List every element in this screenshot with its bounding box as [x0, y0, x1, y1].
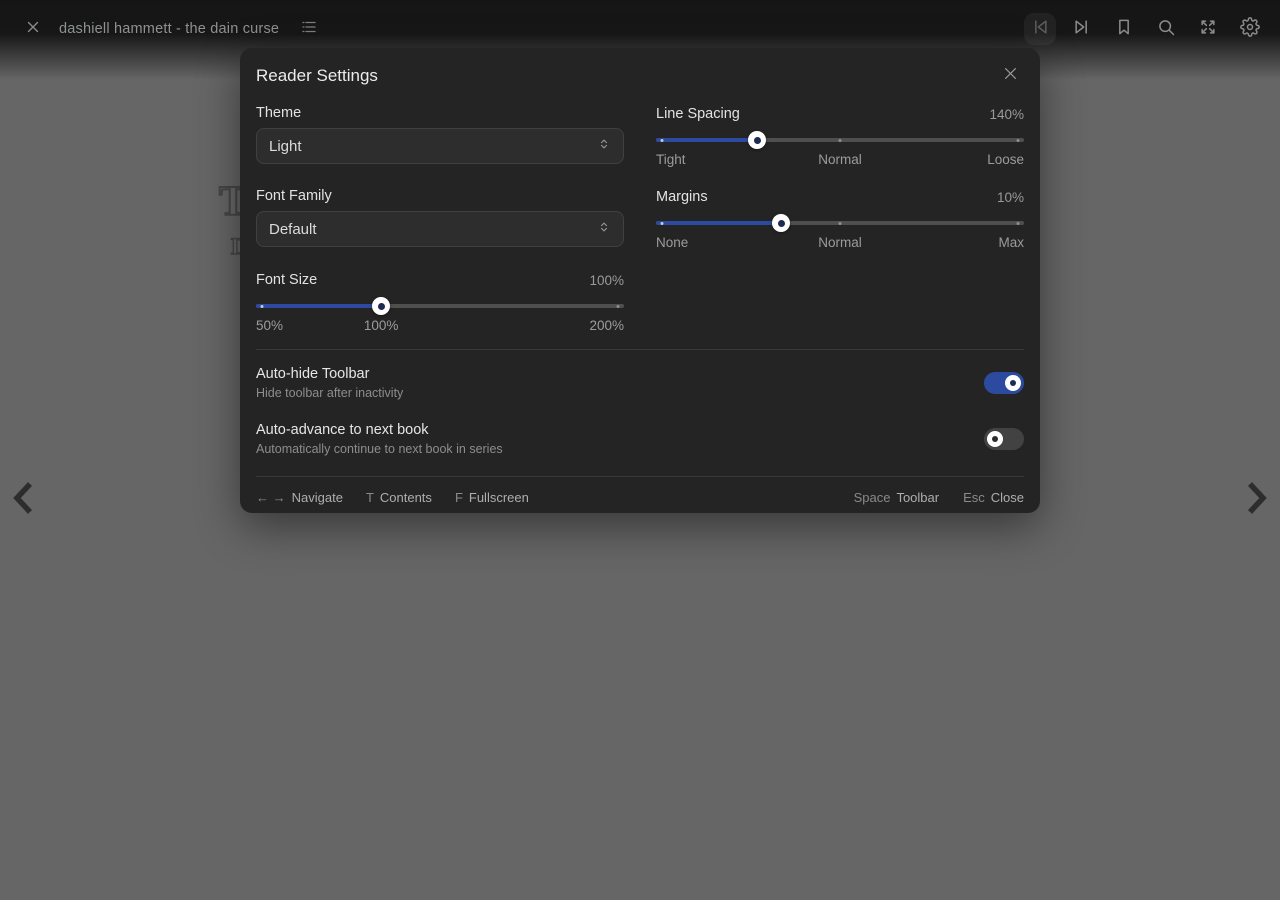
margins-control: Margins 10% None Normal Max [656, 188, 1024, 252]
line-spacing-min-label: Tight [656, 152, 686, 167]
auto-hide-toolbar-subtitle: Hide toolbar after inactivity [256, 386, 403, 400]
switch-knob [1005, 375, 1021, 391]
dialog-title: Reader Settings [256, 66, 378, 86]
auto-advance-title: Auto-advance to next book [256, 422, 503, 438]
theme-select[interactable]: Light [256, 128, 624, 164]
font-size-label: Font Size [256, 272, 317, 288]
margins-max-label: Max [998, 235, 1024, 250]
line-spacing-value: 140% [989, 107, 1024, 122]
tick-min [661, 139, 664, 142]
line-spacing-label: Line Spacing [656, 106, 740, 122]
fullscreen-button[interactable] [1192, 13, 1224, 45]
font-size-min-label: 50% [256, 318, 283, 333]
skip-forward-icon [1072, 17, 1092, 42]
previous-book-button[interactable] [1024, 13, 1056, 45]
book-title: dashiell hammett - the dain curse [59, 21, 279, 37]
font-family-select[interactable]: Default [256, 211, 624, 247]
font-family-selected-value: Default [269, 221, 317, 238]
tick-max [1017, 139, 1020, 142]
close-icon [24, 18, 42, 41]
contents-list-icon [300, 18, 318, 41]
auto-hide-toolbar-row: Auto-hide Toolbar Hide toolbar after ina… [256, 355, 1024, 411]
bookmark-icon [1114, 17, 1134, 42]
close-reader-button[interactable] [17, 13, 49, 45]
auto-hide-toolbar-title: Auto-hide Toolbar [256, 366, 403, 382]
select-chevrons-icon [597, 220, 611, 239]
margins-slider-thumb[interactable] [772, 214, 790, 232]
shortcut-close: Esc Close [963, 490, 1024, 505]
tick-min [261, 305, 264, 308]
chevron-right-icon [1244, 479, 1270, 522]
auto-advance-subtitle: Automatically continue to next book in s… [256, 442, 503, 456]
line-spacing-slider[interactable] [656, 131, 1024, 149]
fullscreen-icon [1198, 17, 1218, 42]
bookmark-button[interactable] [1108, 13, 1140, 45]
settings-gear-icon [1240, 17, 1260, 42]
line-spacing-max-label: Loose [987, 152, 1024, 167]
font-size-control: Font Size 100% 50% 100% 200% [256, 271, 624, 335]
font-family-control: Font Family Default [256, 188, 624, 252]
shortcut-toolbar: Space Toolbar [854, 490, 940, 505]
line-spacing-control: Line Spacing 140% Tight Normal Loose [656, 105, 1024, 169]
margins-slider[interactable] [656, 214, 1024, 232]
font-size-max-label: 200% [589, 318, 624, 333]
margins-label: Margins [656, 189, 708, 205]
theme-selected-value: Light [269, 138, 302, 155]
contents-button[interactable] [293, 13, 325, 45]
shortcuts-footer: ← → Navigate T Contents F Fullscreen Spa… [256, 476, 1024, 505]
font-size-slider-thumb[interactable] [372, 297, 390, 315]
tick-max [617, 305, 620, 308]
chevron-left-icon [10, 479, 36, 522]
shortcut-fullscreen: F Fullscreen [455, 490, 529, 505]
reader-settings-dialog: Reader Settings Theme Light Line Spacing… [240, 48, 1040, 513]
settings-button[interactable] [1234, 13, 1266, 45]
next-page-button[interactable] [1240, 478, 1274, 522]
margins-value: 10% [997, 190, 1024, 205]
theme-control: Theme Light [256, 105, 624, 169]
skip-back-icon [1030, 17, 1050, 42]
font-size-value: 100% [589, 273, 624, 288]
search-icon [1156, 17, 1176, 42]
switch-knob [987, 431, 1003, 447]
previous-page-button[interactable] [6, 478, 40, 522]
font-family-label: Font Family [256, 188, 624, 204]
auto-advance-switch[interactable] [984, 428, 1024, 450]
tick-mid [839, 139, 842, 142]
search-button[interactable] [1150, 13, 1182, 45]
next-book-button[interactable] [1066, 13, 1098, 45]
font-size-slider[interactable] [256, 297, 624, 315]
margins-min-label: None [656, 235, 688, 250]
margins-mid-label: Normal [818, 235, 862, 250]
dialog-close-button[interactable] [996, 62, 1024, 90]
auto-hide-toolbar-switch[interactable] [984, 372, 1024, 394]
font-size-mid-label: 100% [364, 318, 399, 333]
select-chevrons-icon [597, 137, 611, 156]
line-spacing-slider-thumb[interactable] [748, 131, 766, 149]
tick-mid [839, 222, 842, 225]
theme-label: Theme [256, 105, 624, 121]
tick-max [1017, 222, 1020, 225]
shortcut-navigate: ← → Navigate [256, 490, 343, 505]
tick-min [661, 222, 664, 225]
auto-advance-row: Auto-advance to next book Automatically … [256, 411, 1024, 467]
close-icon [1002, 65, 1019, 87]
shortcut-contents: T Contents [366, 490, 432, 505]
line-spacing-mid-label: Normal [818, 152, 862, 167]
